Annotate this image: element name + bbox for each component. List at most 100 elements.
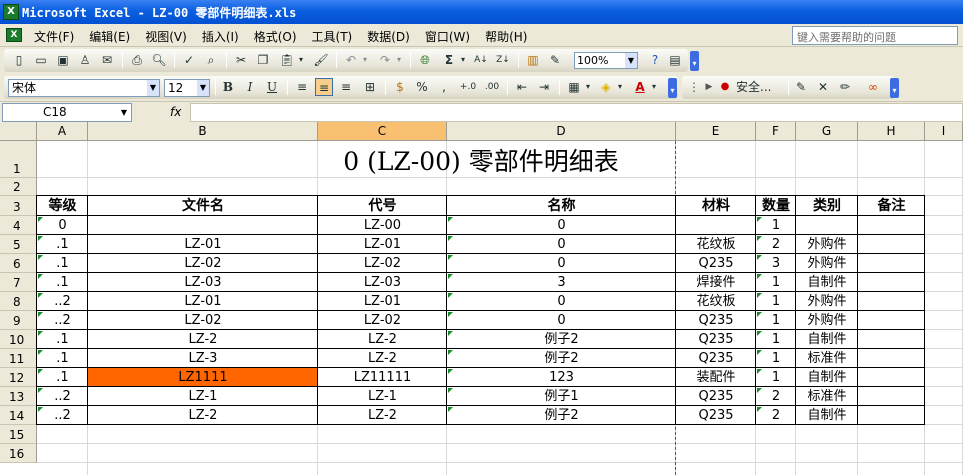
menu-data[interactable]: 数据(D)	[367, 28, 410, 45]
table-cell[interactable]: LZ-2	[88, 406, 318, 425]
tools-icon[interactable]: ✕	[814, 78, 832, 96]
new-icon[interactable]: ▯	[10, 51, 28, 69]
table-cell[interactable]: 1	[756, 273, 796, 292]
chevron-down-icon[interactable]: ▼	[197, 80, 209, 96]
table-cell[interactable]	[858, 387, 925, 406]
table-cell[interactable]: ..2	[37, 406, 88, 425]
row-header-10[interactable]: 10	[0, 330, 37, 349]
design-mode-icon[interactable]: ✏	[836, 78, 854, 96]
column-header-f[interactable]: F	[756, 122, 796, 141]
table-cell[interactable]: 0	[447, 254, 676, 273]
table-cell[interactable]: LZ-2	[88, 330, 318, 349]
row-header-3[interactable]: 3	[0, 196, 37, 216]
fill-color-dropdown-icon[interactable]: ▾	[615, 78, 625, 96]
toolbar-options-icon[interactable]: ▾	[890, 78, 899, 98]
font-color-icon[interactable]: A	[631, 78, 649, 96]
table-cell[interactable]	[676, 216, 756, 235]
table-cell[interactable]: 例子2	[447, 330, 676, 349]
open-icon[interactable]: ▭	[32, 51, 50, 69]
table-cell[interactable]: LZ-1	[318, 387, 447, 406]
table-cell[interactable]: 焊接件	[676, 273, 756, 292]
excel-icon[interactable]: X	[3, 4, 19, 20]
table-cell[interactable]: 自制件	[796, 330, 858, 349]
chevron-down-icon[interactable]: ▼	[625, 53, 637, 68]
print-preview-icon[interactable]: 🔍︎	[150, 51, 168, 69]
table-cell[interactable]: LZ-02	[318, 311, 447, 330]
table-cell[interactable]: 例子1	[447, 387, 676, 406]
research-icon[interactable]: ⌕	[202, 51, 220, 69]
redo-dropdown-icon[interactable]: ▾	[394, 51, 404, 69]
column-header-d[interactable]: D	[447, 122, 676, 141]
table-cell[interactable]	[858, 292, 925, 311]
merge-center-icon[interactable]: ⊞	[361, 78, 379, 96]
column-header-g[interactable]: G	[796, 122, 858, 141]
currency-icon[interactable]: $	[391, 78, 409, 96]
table-cell[interactable]: ..2	[37, 387, 88, 406]
menu-file[interactable]: 文件(F)	[34, 28, 74, 45]
table-cell[interactable]: 外购件	[796, 311, 858, 330]
column-header-h[interactable]: H	[858, 122, 925, 141]
table-cell[interactable]: LZ1111	[88, 368, 318, 387]
row-header-15[interactable]: 15	[0, 425, 37, 444]
table-cell[interactable]	[858, 235, 925, 254]
table-cell[interactable]: 0	[447, 292, 676, 311]
link-icon[interactable]: ∞	[864, 78, 882, 96]
row-header-8[interactable]: 8	[0, 292, 37, 311]
table-cell[interactable]: 0	[447, 311, 676, 330]
table-cell[interactable]: LZ-2	[318, 330, 447, 349]
table-cell[interactable]: 外购件	[796, 235, 858, 254]
table-cell[interactable]: 1	[756, 216, 796, 235]
table-cell[interactable]: 外购件	[796, 254, 858, 273]
table-cell[interactable]: 2	[756, 235, 796, 254]
undo-dropdown-icon[interactable]: ▾	[360, 51, 370, 69]
font-color-dropdown-icon[interactable]: ▾	[649, 78, 659, 96]
save-icon[interactable]: ▣	[54, 51, 72, 69]
table-cell[interactable]: 2	[756, 406, 796, 425]
table-cell[interactable]: Q235	[676, 406, 756, 425]
help-icon[interactable]: ?	[646, 51, 664, 69]
table-cell[interactable]: LZ11111	[318, 368, 447, 387]
table-cell[interactable]: 1	[756, 349, 796, 368]
row-header-14[interactable]: 14	[0, 406, 37, 425]
vb-editor-icon[interactable]: ✎	[792, 78, 810, 96]
row-header-11[interactable]: 11	[0, 349, 37, 368]
insert-function-button[interactable]: fx	[170, 105, 181, 119]
comma-button[interactable]: ,	[435, 78, 453, 96]
table-cell[interactable]: LZ-01	[318, 235, 447, 254]
font-size-select[interactable]: 12 ▼	[164, 79, 210, 97]
table-cell[interactable]: 花纹板	[676, 235, 756, 254]
permission-icon[interactable]: ♙	[76, 51, 94, 69]
row-header-16[interactable]: 16	[0, 444, 37, 463]
table-cell[interactable]: LZ-00	[318, 216, 447, 235]
table-cell[interactable]: LZ-03	[318, 273, 447, 292]
row-header-6[interactable]: 6	[0, 254, 37, 273]
font-name-select[interactable]: 宋体 ▼	[8, 79, 160, 97]
table-cell[interactable]: 3	[756, 254, 796, 273]
table-cell[interactable]	[88, 216, 318, 235]
table-cell[interactable]: LZ-01	[88, 292, 318, 311]
row-header-2[interactable]: 2	[0, 178, 37, 196]
format-painter-icon[interactable]: 🖌︎	[312, 51, 330, 69]
table-cell[interactable]: .1	[37, 330, 88, 349]
menu-edit[interactable]: 编辑(E)	[89, 28, 130, 45]
menu-insert[interactable]: 插入(I)	[202, 28, 239, 45]
table-cell[interactable]: 自制件	[796, 406, 858, 425]
spreadsheet-grid[interactable]: A B C D E F G H I 1 2 3 4 5 6 7 8 9 10 11 12 13 14 15 16 0 (LZ-00…	[0, 122, 963, 475]
table-cell[interactable]: Q235	[676, 311, 756, 330]
table-cell[interactable]	[858, 330, 925, 349]
spelling-icon[interactable]: ✓	[180, 51, 198, 69]
zoom-select[interactable]: 100% ▼	[574, 52, 638, 69]
menu-tools[interactable]: 工具(T)	[312, 28, 353, 45]
menu-format[interactable]: 格式(O)	[254, 28, 297, 45]
read-icon[interactable]: ▤	[666, 51, 684, 69]
underline-button[interactable]: U	[263, 78, 281, 96]
table-cell[interactable]	[858, 349, 925, 368]
table-cell[interactable]: Q235	[676, 349, 756, 368]
chart-wizard-icon[interactable]: ▥	[524, 51, 542, 69]
row-header-5[interactable]: 5	[0, 235, 37, 254]
row-header-9[interactable]: 9	[0, 311, 37, 330]
help-search-input[interactable]: 键入需要帮助的问题	[792, 26, 958, 45]
menu-window[interactable]: 窗口(W)	[425, 28, 470, 45]
table-cell[interactable]: 装配件	[676, 368, 756, 387]
table-cell[interactable]	[858, 273, 925, 292]
